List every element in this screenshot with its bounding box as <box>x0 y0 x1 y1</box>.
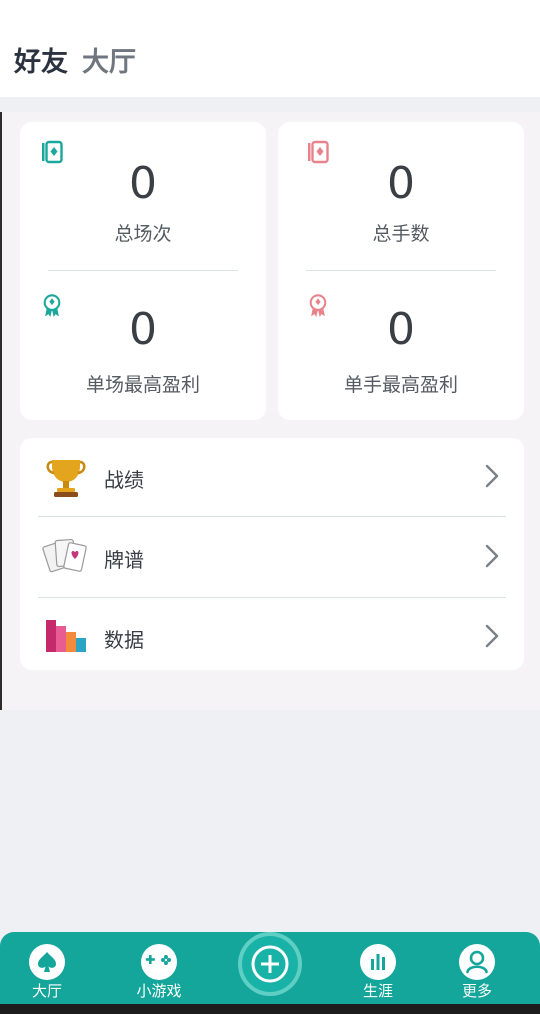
stats-icon <box>371 954 385 970</box>
total-hands-value: 0 <box>387 158 415 209</box>
divider <box>48 270 238 271</box>
gamepad-icon <box>145 955 171 965</box>
nav-item-lobby[interactable]: 大厅 <box>2 932 92 1004</box>
chevron-right-icon <box>485 464 499 488</box>
best-game-profit-label: 单场最高盈利 <box>85 374 200 396</box>
bar-chart-icon <box>46 620 86 652</box>
career-content: 0 总场次 0 单场最高盈利 0 总手数 0 单手最高盈利 战绩 牌谱 数据 <box>0 112 540 710</box>
nav-icon-bg <box>459 944 495 980</box>
chevron-right-icon <box>485 544 499 568</box>
nav-item-career[interactable]: 生涯 <box>333 932 423 1004</box>
menu-item-records[interactable]: 战绩 <box>20 438 524 518</box>
spade-icon <box>38 952 56 972</box>
divider <box>306 270 496 271</box>
menu-label-records: 战绩 <box>104 468 144 492</box>
screen-bottom-edge <box>0 1004 540 1014</box>
add-button[interactable] <box>242 936 298 992</box>
stat-card-hands: 0 总手数 0 单手最高盈利 <box>278 122 524 420</box>
nav-icon-bg <box>29 944 65 980</box>
user-icon <box>466 950 488 974</box>
tab-friends[interactable]: 好友 <box>14 40 68 79</box>
menu-item-hand-history[interactable]: 牌谱 <box>20 518 524 598</box>
total-games-label: 总场次 <box>114 223 172 245</box>
bottom-nav: 大厅 小游戏 生涯 更多 <box>0 932 540 1014</box>
stat-card-games: 0 总场次 0 单场最高盈利 <box>20 122 266 420</box>
total-hands-label: 总手数 <box>372 223 430 245</box>
nav-label-career: 生涯 <box>362 982 393 1000</box>
trophy-icon <box>46 460 86 497</box>
menu-label-data: 数据 <box>104 628 144 652</box>
nav-icon-bg <box>360 944 396 980</box>
nav-label-minigames: 小游戏 <box>136 982 182 1000</box>
chevron-right-icon <box>485 624 499 648</box>
best-hand-profit-label: 单手最高盈利 <box>343 374 458 396</box>
nav-item-more[interactable]: 更多 <box>432 932 522 1004</box>
nav-label-lobby: 大厅 <box>31 982 62 1000</box>
nav-label-more: 更多 <box>461 982 492 1000</box>
top-header: 好友 大厅 <box>0 0 540 97</box>
tab-lobby[interactable]: 大厅 <box>82 40 136 79</box>
best-game-profit-value: 0 <box>129 304 157 355</box>
nav-item-minigames[interactable]: 小游戏 <box>114 932 204 1004</box>
plus-icon <box>251 945 289 983</box>
total-games-value: 0 <box>129 158 157 209</box>
menu-item-data[interactable]: 数据 <box>20 598 524 678</box>
best-hand-profit-value: 0 <box>387 304 415 355</box>
nav-icon-bg <box>141 944 177 980</box>
cards-icon <box>42 538 87 573</box>
divider <box>38 516 506 517</box>
menu-label-hand-history: 牌谱 <box>104 548 144 572</box>
career-menu: 战绩 牌谱 数据 <box>20 438 524 670</box>
